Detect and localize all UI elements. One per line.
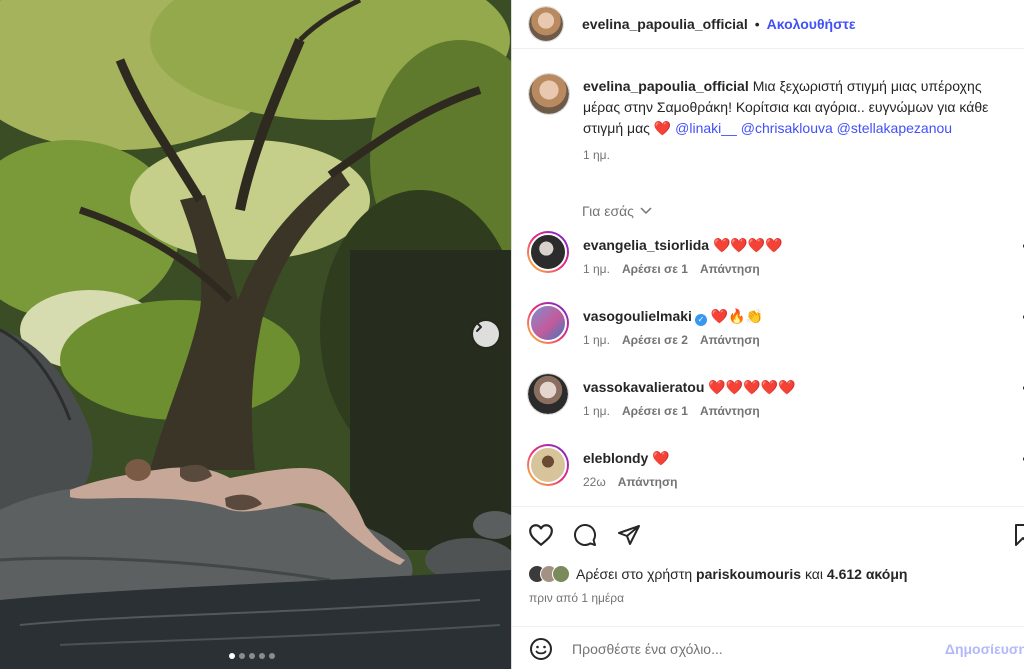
commenter-username[interactable]: evangelia_tsiorlida <box>583 237 709 253</box>
header-separator: • <box>754 16 760 32</box>
carousel-dot <box>229 653 235 659</box>
carousel-dot <box>239 653 245 659</box>
likes-count[interactable]: 4.612 ακόμη <box>827 566 908 582</box>
comment-time[interactable]: 1 ημ. <box>583 404 610 418</box>
comment-text: ❤️❤️❤️❤️❤️ <box>708 379 796 395</box>
comment-time[interactable]: 1 ημ. <box>583 333 610 347</box>
comment-item: evangelia_tsiorlida ❤️❤️❤️❤️ 1 ημ. Αρέσε… <box>527 231 1024 291</box>
comment-likes[interactable]: Αρέσει σε 2 <box>622 333 688 347</box>
commenter-username[interactable]: vasogoulielmaki <box>583 308 692 324</box>
liker-username[interactable]: pariskoumouris <box>696 566 801 582</box>
post-caption: evelina_papoulia_official Μια ξεχωριστή σ… <box>583 76 1003 166</box>
carousel-dots <box>229 653 275 659</box>
commenter-avatar[interactable] <box>527 444 569 486</box>
post-photo[interactable] <box>0 0 511 669</box>
comment-text: ❤️ <box>652 450 670 466</box>
mention-link[interactable]: @stellakapezanou <box>837 120 952 136</box>
likes-summary: Αρέσει στο χρήστη pariskoumouris και 4.6… <box>528 565 907 583</box>
reply-button[interactable]: Απάντηση <box>700 404 760 418</box>
heart-icon[interactable] <box>528 523 554 547</box>
reply-button[interactable]: Απάντηση <box>700 262 760 276</box>
emoji-icon[interactable] <box>529 637 553 661</box>
chevron-right-icon <box>476 322 482 332</box>
comment-item: eleblondy ❤️ 22ω Απάντηση <box>527 444 1024 504</box>
for-you-dropdown[interactable]: Για εσάς <box>582 203 652 219</box>
comment-time[interactable]: 1 ημ. <box>583 262 610 276</box>
comment-text: ❤️🔥👏 <box>710 308 764 324</box>
caption-time[interactable]: 1 ημ. <box>583 145 1003 166</box>
heart-icon[interactable] <box>1019 452 1024 466</box>
share-icon[interactable] <box>616 523 642 547</box>
follow-button[interactable]: Ακολουθήστε <box>767 16 856 32</box>
comment-input[interactable]: Προσθέστε ένα σχόλιο... <box>572 641 723 657</box>
caption-username[interactable]: evelina_papoulia_official <box>583 78 749 94</box>
comment-item: vasogoulielmaki ✓ ❤️🔥👏 1 ημ. Αρέσει σε 2 … <box>527 302 1024 362</box>
carousel-dot <box>259 653 265 659</box>
likes-prefix: Αρέσει στο χρήστη <box>576 566 693 582</box>
mention-link[interactable]: @linaki__ <box>675 120 737 136</box>
comment-item: vassokavalieratou ❤️❤️❤️❤️❤️ 1 ημ. Αρέσε… <box>527 373 1024 433</box>
commenter-avatar[interactable] <box>527 302 569 344</box>
post-details-panel: evelina_papoulia_official • Ακολουθήστε … <box>511 0 1024 669</box>
author-avatar[interactable] <box>528 6 564 42</box>
reply-button[interactable]: Απάντηση <box>700 333 760 347</box>
commenter-avatar[interactable] <box>527 231 569 273</box>
likes-middle: και <box>804 566 823 582</box>
commenter-username[interactable]: eleblondy <box>583 450 648 466</box>
heart-icon[interactable] <box>1019 310 1024 324</box>
verified-badge-icon: ✓ <box>694 314 707 326</box>
post-comment-button[interactable]: Δημοσίευση <box>945 641 1024 657</box>
heart-icon[interactable] <box>1019 239 1024 253</box>
posted-ago[interactable]: πριν από 1 ημέρα <box>529 591 624 605</box>
comment-icon[interactable] <box>572 523 598 547</box>
bookmark-icon[interactable] <box>1013 523 1024 547</box>
author-username[interactable]: evelina_papoulia_official <box>582 16 748 32</box>
next-image-button[interactable] <box>473 321 499 347</box>
reply-button[interactable]: Απάντηση <box>618 475 678 489</box>
mention-link[interactable]: @chrisaklouva <box>741 120 833 136</box>
chevron-down-icon <box>640 207 652 215</box>
comment-text: ❤️❤️❤️❤️ <box>712 237 783 253</box>
comment-time[interactable]: 22ω <box>583 475 606 489</box>
heart-icon[interactable] <box>1019 381 1024 395</box>
caption-avatar[interactable] <box>528 73 570 115</box>
liker-avatars[interactable] <box>528 565 570 583</box>
liker-avatar <box>552 565 570 583</box>
comment-likes[interactable]: Αρέσει σε 1 <box>622 404 688 418</box>
for-you-label: Για εσάς <box>582 203 634 219</box>
carousel-dot <box>269 653 275 659</box>
carousel-dot <box>249 653 255 659</box>
commenter-avatar[interactable] <box>527 373 569 415</box>
post-header: evelina_papoulia_official • Ακολουθήστε <box>512 0 1024 49</box>
comment-likes[interactable]: Αρέσει σε 1 <box>622 262 688 276</box>
add-comment-bar: Προσθέστε ένα σχόλιο... Δημοσίευση <box>512 626 1024 669</box>
photo-scene <box>0 0 511 669</box>
commenter-username[interactable]: vassokavalieratou <box>583 379 704 395</box>
